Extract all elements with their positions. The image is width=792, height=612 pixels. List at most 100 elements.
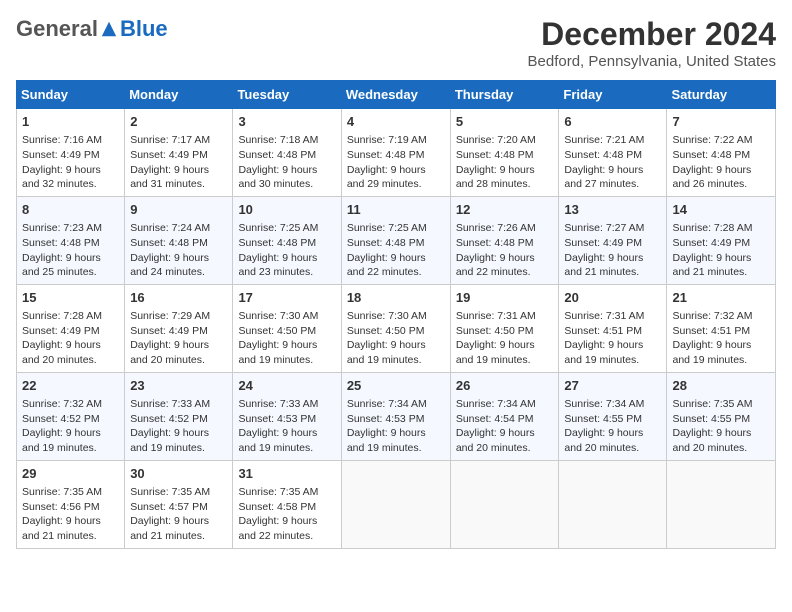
day-info: Sunrise: 7:35 AM Sunset: 4:55 PM Dayligh… [672, 397, 770, 456]
calendar-cell: 8 Sunrise: 7:23 AM Sunset: 4:48 PM Daylig… [17, 196, 125, 284]
calendar-cell: 9Sunrise: 7:24 AM Sunset: 4:48 PM Daylig… [125, 196, 233, 284]
day-info: Sunrise: 7:19 AM Sunset: 4:48 PM Dayligh… [347, 133, 445, 192]
column-header-tuesday: Tuesday [233, 81, 341, 109]
day-info: Sunrise: 7:18 AM Sunset: 4:48 PM Dayligh… [238, 133, 335, 192]
day-info: Sunrise: 7:32 AM Sunset: 4:51 PM Dayligh… [672, 309, 770, 368]
column-header-thursday: Thursday [450, 81, 559, 109]
day-number: 20 [564, 289, 661, 307]
day-number: 31 [238, 465, 335, 483]
day-info: Sunrise: 7:35 AM Sunset: 4:57 PM Dayligh… [130, 485, 227, 544]
day-info: Sunrise: 7:32 AM Sunset: 4:52 PM Dayligh… [22, 397, 119, 456]
month-title: December 2024 [528, 16, 776, 53]
calendar-cell: 17 Sunrise: 7:30 AM Sunset: 4:50 PM Dayli… [233, 284, 341, 372]
calendar-cell: 20 Sunrise: 7:31 AM Sunset: 4:51 PM Dayli… [559, 284, 667, 372]
day-number: 22 [22, 377, 119, 395]
day-number: 27 [564, 377, 661, 395]
day-info: Sunrise: 7:23 AM Sunset: 4:48 PM Dayligh… [22, 221, 119, 280]
logo-general-text: General [16, 16, 98, 42]
calendar-cell [559, 460, 667, 548]
calendar-week-row: 22 Sunrise: 7:32 AM Sunset: 4:52 PM Dayli… [17, 372, 776, 460]
day-info: Sunrise: 7:24 AM Sunset: 4:48 PM Dayligh… [130, 221, 227, 280]
calendar-cell: 27 Sunrise: 7:34 AM Sunset: 4:55 PM Dayli… [559, 372, 667, 460]
day-info: Sunrise: 7:17 AM Sunset: 4:49 PM Dayligh… [130, 133, 227, 192]
day-info: Sunrise: 7:31 AM Sunset: 4:51 PM Dayligh… [564, 309, 661, 368]
day-number: 23 [130, 377, 227, 395]
day-info: Sunrise: 7:22 AM Sunset: 4:48 PM Dayligh… [672, 133, 770, 192]
day-number: 14 [672, 201, 770, 219]
logo: General Blue [16, 16, 168, 42]
day-number: 16 [130, 289, 227, 307]
day-number: 2 [130, 113, 227, 131]
day-info: Sunrise: 7:34 AM Sunset: 4:55 PM Dayligh… [564, 397, 661, 456]
day-info: Sunrise: 7:16 AM Sunset: 4:49 PM Dayligh… [22, 133, 119, 192]
calendar-cell: 26 Sunrise: 7:34 AM Sunset: 4:54 PM Dayli… [450, 372, 559, 460]
calendar-cell: 30 Sunrise: 7:35 AM Sunset: 4:57 PM Dayli… [125, 460, 233, 548]
calendar-cell: 6Sunrise: 7:21 AM Sunset: 4:48 PM Daylig… [559, 109, 667, 197]
day-number: 26 [456, 377, 554, 395]
day-info: Sunrise: 7:35 AM Sunset: 4:58 PM Dayligh… [238, 485, 335, 544]
day-info: Sunrise: 7:28 AM Sunset: 4:49 PM Dayligh… [672, 221, 770, 280]
calendar-cell: 29Sunrise: 7:35 AM Sunset: 4:56 PM Dayli… [17, 460, 125, 548]
day-info: Sunrise: 7:31 AM Sunset: 4:50 PM Dayligh… [456, 309, 554, 368]
day-number: 12 [456, 201, 554, 219]
logo-icon [100, 20, 118, 38]
calendar-cell: 12Sunrise: 7:26 AM Sunset: 4:48 PM Dayli… [450, 196, 559, 284]
calendar-week-row: 8 Sunrise: 7:23 AM Sunset: 4:48 PM Daylig… [17, 196, 776, 284]
day-number: 15 [22, 289, 119, 307]
day-info: Sunrise: 7:28 AM Sunset: 4:49 PM Dayligh… [22, 309, 119, 368]
calendar-cell: 5 Sunrise: 7:20 AM Sunset: 4:48 PM Daylig… [450, 109, 559, 197]
calendar-table: SundayMondayTuesdayWednesdayThursdayFrid… [16, 80, 776, 549]
calendar-cell: 14 Sunrise: 7:28 AM Sunset: 4:49 PM Dayli… [667, 196, 776, 284]
title-section: December 2024 Bedford, Pennsylvania, Uni… [528, 16, 776, 70]
calendar-cell: 19 Sunrise: 7:31 AM Sunset: 4:50 PM Dayli… [450, 284, 559, 372]
day-info: Sunrise: 7:20 AM Sunset: 4:48 PM Dayligh… [456, 133, 554, 192]
day-number: 5 [456, 113, 554, 131]
calendar-week-row: 1 Sunrise: 7:16 AM Sunset: 4:49 PM Daylig… [17, 109, 776, 197]
day-number: 7 [672, 113, 770, 131]
calendar-week-row: 15 Sunrise: 7:28 AM Sunset: 4:49 PM Dayli… [17, 284, 776, 372]
calendar-header-row: SundayMondayTuesdayWednesdayThursdayFrid… [17, 81, 776, 109]
day-info: Sunrise: 7:21 AM Sunset: 4:48 PM Dayligh… [564, 133, 661, 192]
day-number: 13 [564, 201, 661, 219]
day-number: 8 [22, 201, 119, 219]
day-number: 19 [456, 289, 554, 307]
column-header-monday: Monday [125, 81, 233, 109]
day-info: Sunrise: 7:34 AM Sunset: 4:54 PM Dayligh… [456, 397, 554, 456]
calendar-cell: 2 Sunrise: 7:17 AM Sunset: 4:49 PM Daylig… [125, 109, 233, 197]
day-info: Sunrise: 7:30 AM Sunset: 4:50 PM Dayligh… [347, 309, 445, 368]
day-number: 18 [347, 289, 445, 307]
day-info: Sunrise: 7:33 AM Sunset: 4:52 PM Dayligh… [130, 397, 227, 456]
column-header-sunday: Sunday [17, 81, 125, 109]
day-info: Sunrise: 7:29 AM Sunset: 4:49 PM Dayligh… [130, 309, 227, 368]
logo-blue-text: Blue [120, 16, 168, 42]
calendar-week-row: 29Sunrise: 7:35 AM Sunset: 4:56 PM Dayli… [17, 460, 776, 548]
day-info: Sunrise: 7:33 AM Sunset: 4:53 PM Dayligh… [238, 397, 335, 456]
calendar-cell: 28Sunrise: 7:35 AM Sunset: 4:55 PM Dayli… [667, 372, 776, 460]
calendar-cell [667, 460, 776, 548]
calendar-cell: 16 Sunrise: 7:29 AM Sunset: 4:49 PM Dayli… [125, 284, 233, 372]
day-number: 11 [347, 201, 445, 219]
day-number: 17 [238, 289, 335, 307]
column-header-saturday: Saturday [667, 81, 776, 109]
day-number: 1 [22, 113, 119, 131]
calendar-cell [341, 460, 450, 548]
day-number: 24 [238, 377, 335, 395]
day-info: Sunrise: 7:25 AM Sunset: 4:48 PM Dayligh… [347, 221, 445, 280]
calendar-cell: 31 Sunrise: 7:35 AM Sunset: 4:58 PM Dayli… [233, 460, 341, 548]
page-header: General Blue December 2024 Bedford, Penn… [16, 16, 776, 70]
calendar-cell: 13Sunrise: 7:27 AM Sunset: 4:49 PM Dayli… [559, 196, 667, 284]
day-number: 30 [130, 465, 227, 483]
calendar-cell: 21 Sunrise: 7:32 AM Sunset: 4:51 PM Dayli… [667, 284, 776, 372]
calendar-cell: 24 Sunrise: 7:33 AM Sunset: 4:53 PM Dayli… [233, 372, 341, 460]
day-number: 25 [347, 377, 445, 395]
day-number: 3 [238, 113, 335, 131]
calendar-cell: 23 Sunrise: 7:33 AM Sunset: 4:52 PM Dayli… [125, 372, 233, 460]
calendar-cell: 18 Sunrise: 7:30 AM Sunset: 4:50 PM Dayli… [341, 284, 450, 372]
day-info: Sunrise: 7:35 AM Sunset: 4:56 PM Dayligh… [22, 485, 119, 544]
calendar-cell: 3 Sunrise: 7:18 AM Sunset: 4:48 PM Daylig… [233, 109, 341, 197]
day-number: 21 [672, 289, 770, 307]
calendar-cell: 10Sunrise: 7:25 AM Sunset: 4:48 PM Dayli… [233, 196, 341, 284]
calendar-cell: 15 Sunrise: 7:28 AM Sunset: 4:49 PM Dayli… [17, 284, 125, 372]
calendar-cell: 22 Sunrise: 7:32 AM Sunset: 4:52 PM Dayli… [17, 372, 125, 460]
day-info: Sunrise: 7:30 AM Sunset: 4:50 PM Dayligh… [238, 309, 335, 368]
